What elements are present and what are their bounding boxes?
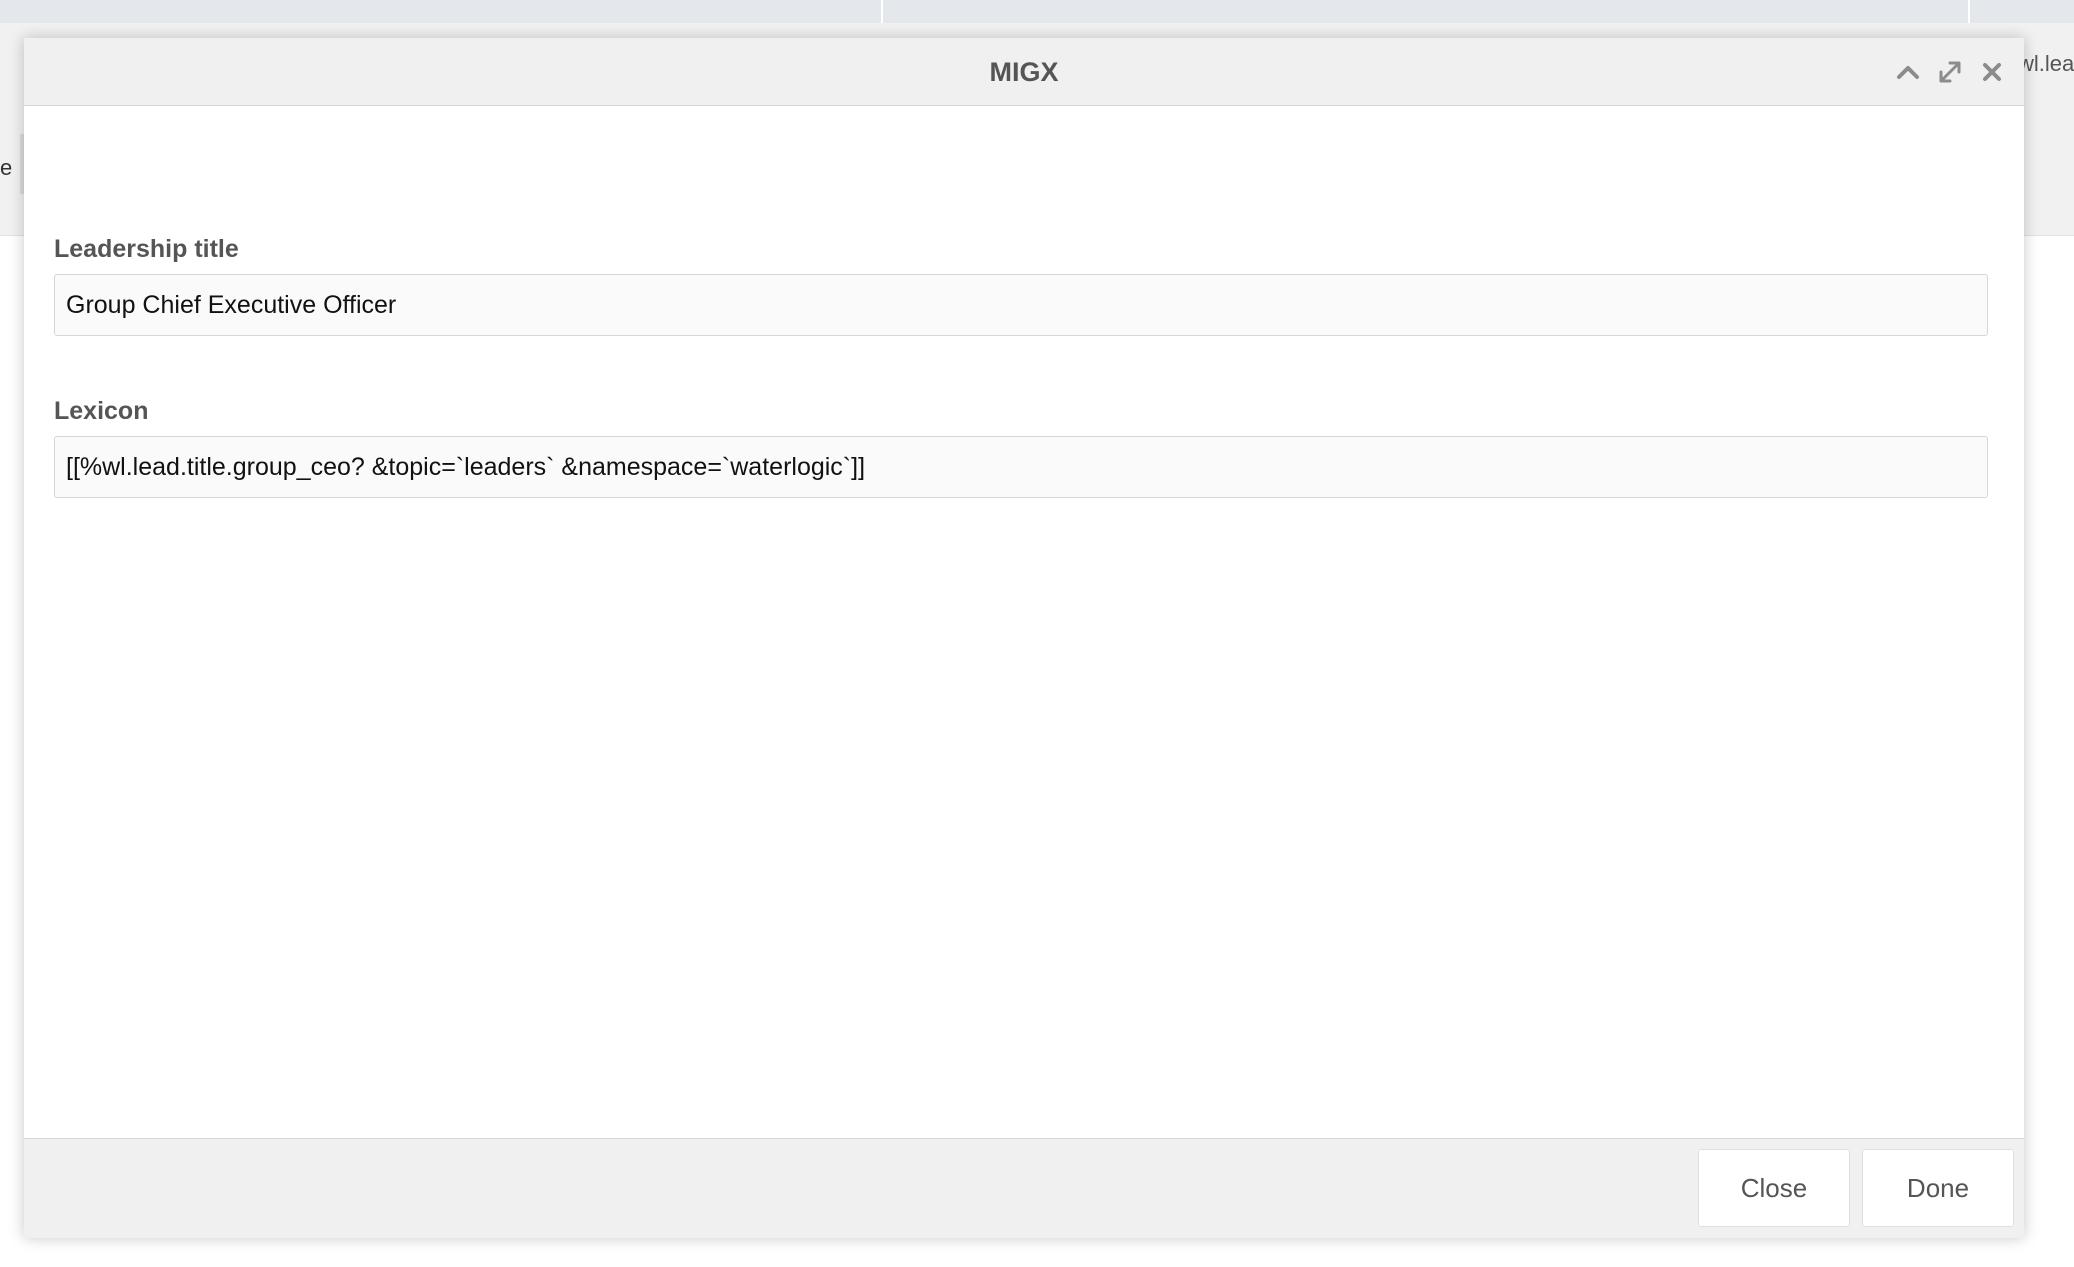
background-topbar-divider (1968, 0, 1970, 23)
close-button[interactable]: Close (1698, 1149, 1850, 1227)
expand-icon (1939, 61, 1961, 83)
modal-header: MIGX (24, 38, 2024, 106)
lexicon-label: Lexicon (54, 397, 149, 425)
close-window-button[interactable] (1976, 56, 2008, 88)
close-icon (1983, 63, 2001, 81)
leadership-title-input[interactable] (54, 274, 1988, 336)
chevron-up-icon (1897, 66, 1919, 79)
background-topbar (0, 0, 2074, 23)
leadership-title-label: Leadership title (54, 235, 239, 263)
maximize-button[interactable] (1934, 56, 1966, 88)
background-left-text: e (0, 155, 13, 180)
modal-footer: Close Done (24, 1138, 2024, 1238)
modal-title: MIGX (989, 57, 1059, 87)
done-button[interactable]: Done (1862, 1149, 2014, 1227)
background-topbar-divider (881, 0, 883, 23)
lexicon-input[interactable] (54, 436, 1988, 498)
migx-modal: MIGX Leadership title Lexicon Close (24, 38, 2024, 1238)
modal-body: Leadership title Lexicon (24, 106, 2024, 1138)
background-right-text: wl.lea (2018, 51, 2074, 76)
collapse-button[interactable] (1892, 56, 1924, 88)
